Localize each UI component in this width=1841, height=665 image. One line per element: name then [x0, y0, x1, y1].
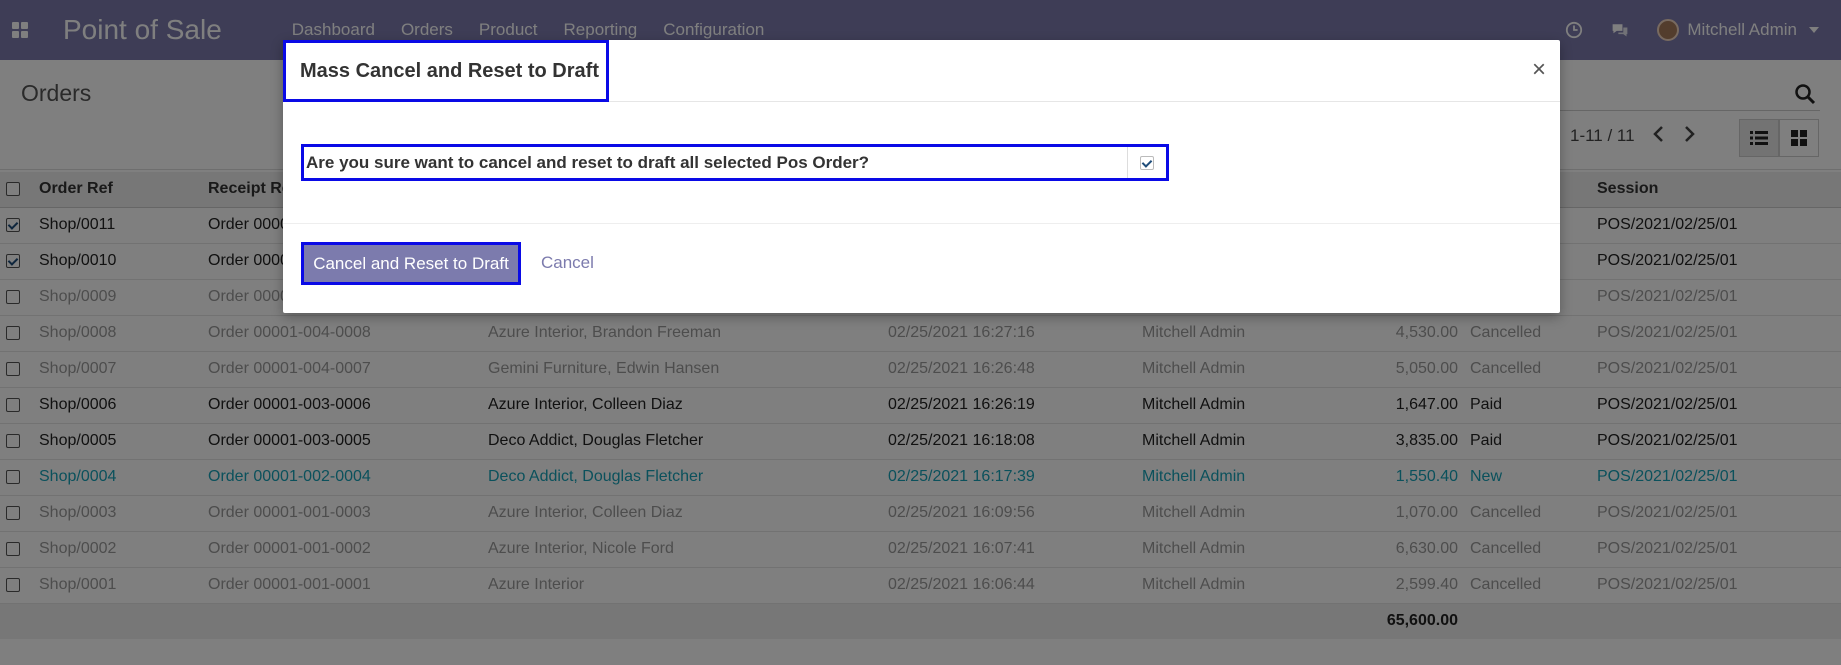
dialog-body: Are you sure want to cancel and reset to…: [283, 102, 1560, 224]
cancel-and-reset-button[interactable]: Cancel and Reset to Draft: [301, 242, 521, 285]
confirm-field: Are you sure want to cancel and reset to…: [301, 144, 1169, 181]
mass-cancel-dialog: Mass Cancel and Reset to Draft × Are you…: [283, 40, 1560, 313]
dialog-title: Mass Cancel and Reset to Draft: [283, 40, 609, 102]
dialog-header: Mass Cancel and Reset to Draft ×: [283, 40, 1560, 102]
cancel-button[interactable]: Cancel: [541, 253, 594, 273]
close-icon[interactable]: ×: [1532, 58, 1546, 82]
confirm-checkbox[interactable]: [1128, 155, 1166, 170]
dialog-footer: Cancel and Reset to Draft Cancel: [283, 224, 1560, 312]
confirm-label: Are you sure want to cancel and reset to…: [304, 147, 1128, 178]
